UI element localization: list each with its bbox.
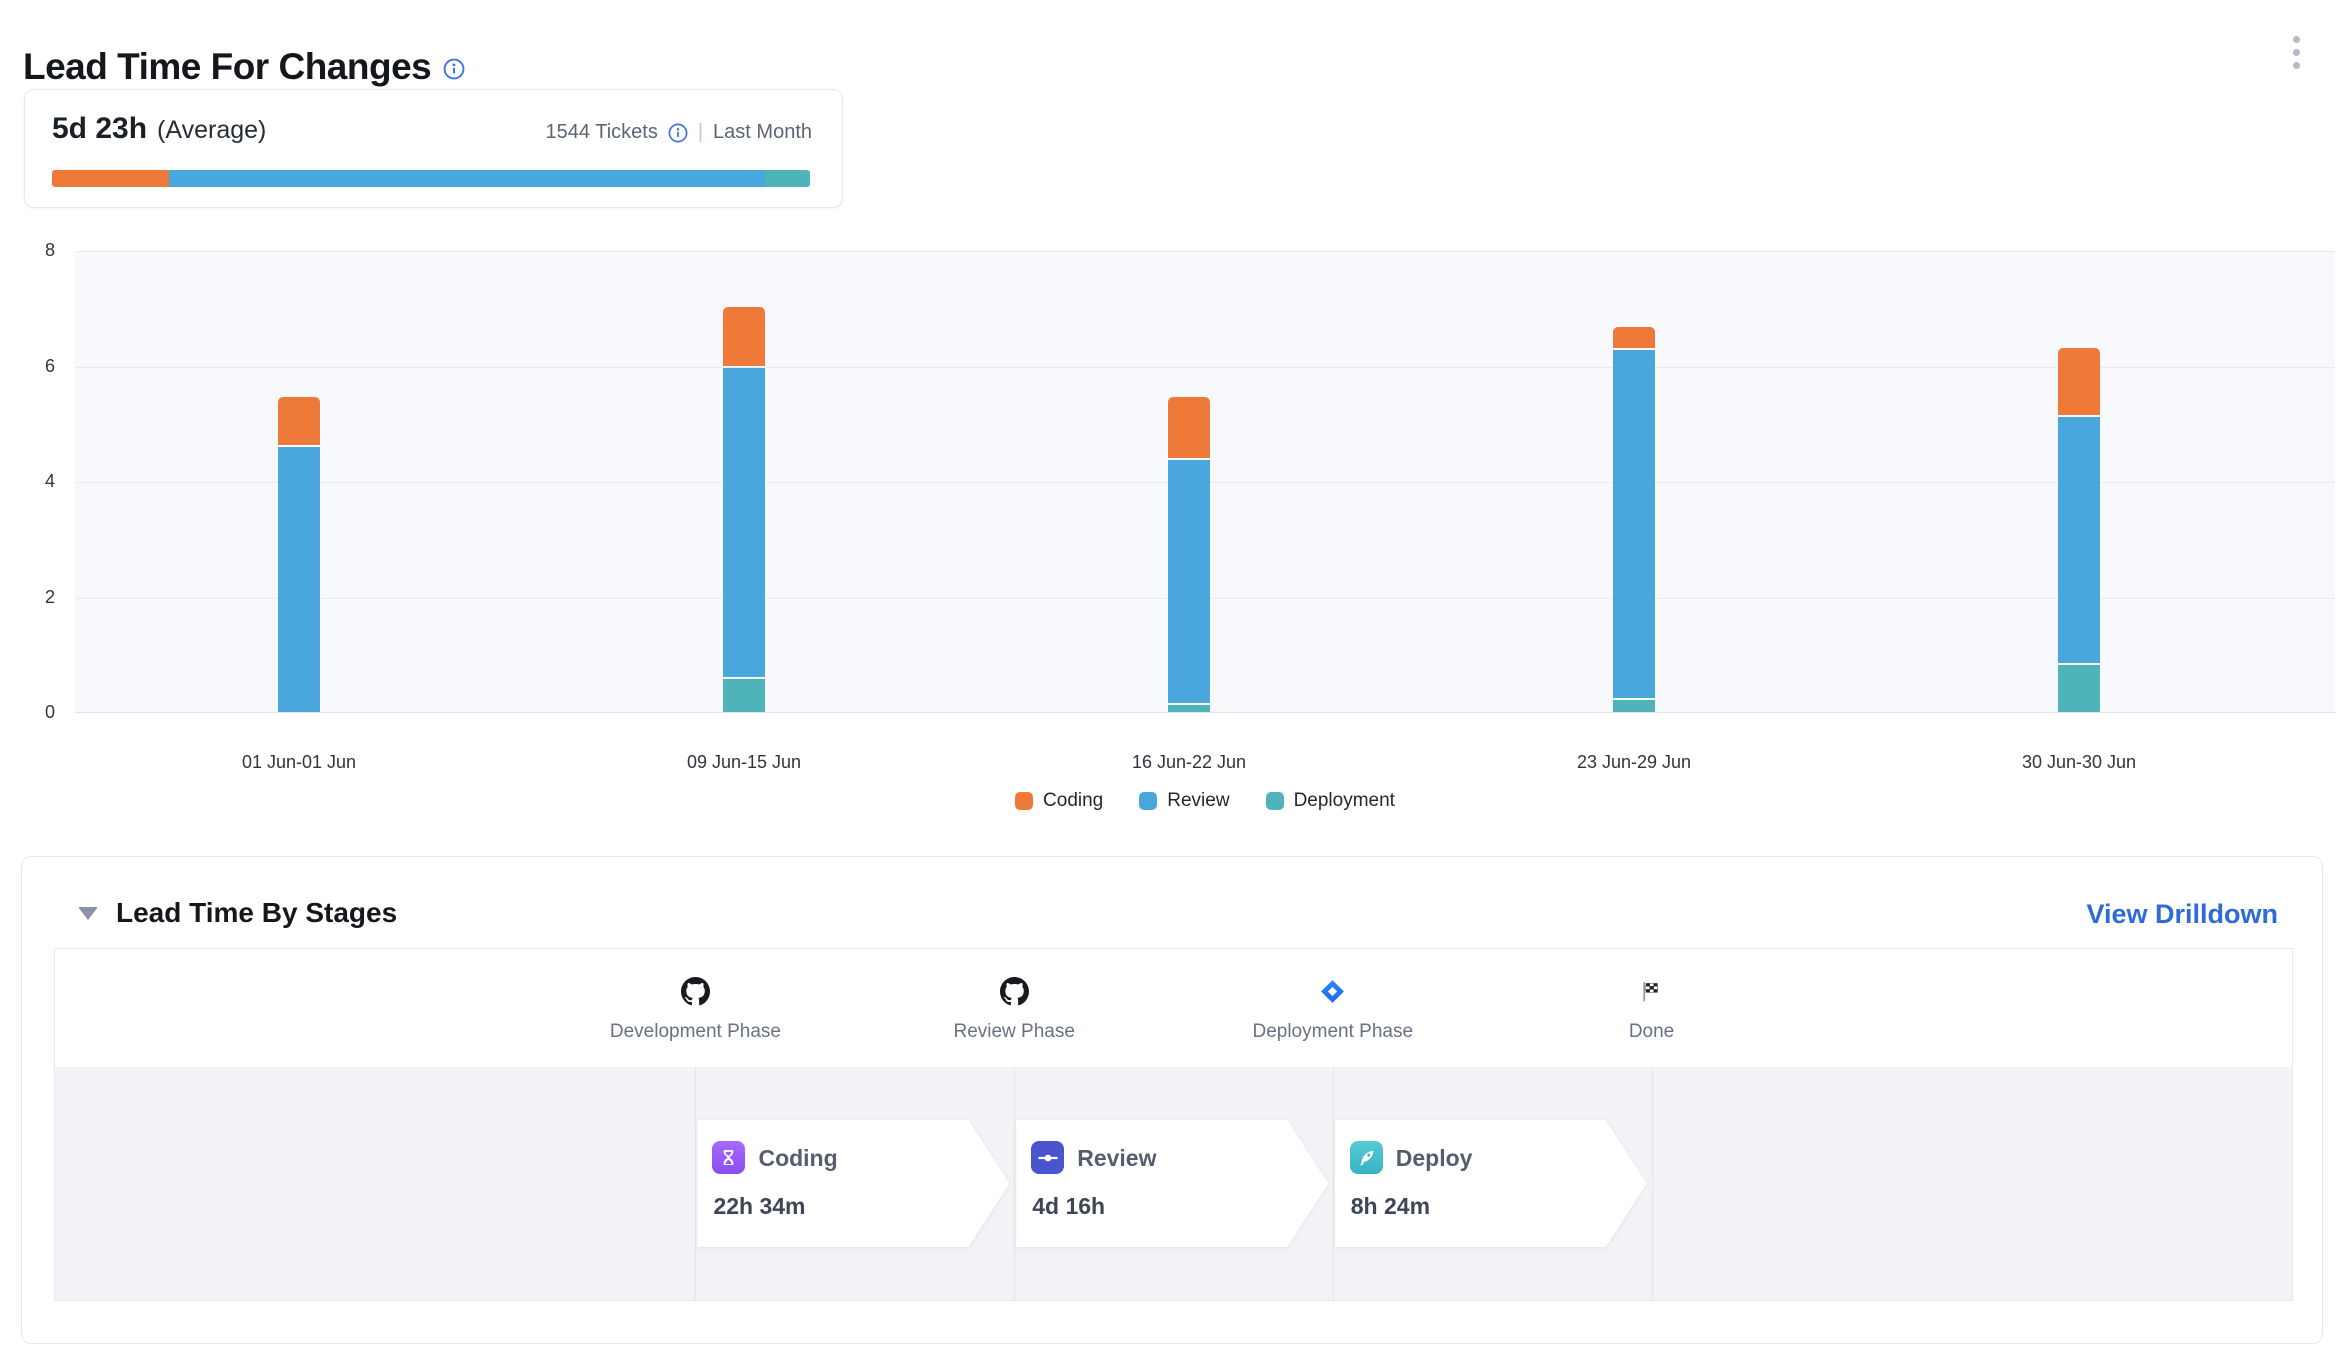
stages-table-body: Coding 22h 34m Review 4d 16h Deploy 8h 24m: [55, 1067, 2292, 1300]
bar-segment-coding[interactable]: [1168, 397, 1210, 458]
bar-09-jun-15-jun[interactable]: [723, 250, 765, 712]
bar-segment-coding[interactable]: [278, 397, 320, 444]
stage-card-review[interactable]: Review 4d 16h: [1016, 1120, 1328, 1247]
panel-title: Lead Time By Stages: [116, 897, 397, 929]
stage-name: Coding: [758, 1145, 837, 1172]
bar-segment-coding[interactable]: [2058, 348, 2100, 414]
stage-name: Deploy: [1396, 1145, 1473, 1172]
x-axis-label: 30 Jun-30 Jun: [2022, 752, 2136, 773]
y-axis-tick-4: 4: [0, 471, 55, 492]
rocket-icon: [1350, 1141, 1383, 1174]
bar-segment-review[interactable]: [2058, 417, 2100, 663]
legend-label: Review: [1167, 790, 1229, 812]
y-axis-tick-8: 8: [0, 240, 55, 261]
y-axis-tick-2: 2: [0, 587, 55, 608]
column-divider: [1652, 1067, 1653, 1300]
phase-label: Development Phase: [545, 1021, 845, 1043]
bar-segment-review[interactable]: [278, 447, 320, 712]
x-axis-label: 23 Jun-29 Jun: [1577, 752, 1691, 773]
phase-header-done: Done: [1502, 949, 1802, 1043]
bar-segment-review[interactable]: [1168, 460, 1210, 703]
panel-collapse-header[interactable]: Lead Time By Stages: [78, 897, 397, 929]
column-divider: [695, 1067, 696, 1300]
stage-duration: 4d 16h: [1032, 1193, 1105, 1220]
bar-segment-review[interactable]: [1613, 350, 1655, 697]
column-divider: [1333, 1067, 1334, 1300]
x-axis-label: 16 Jun-22 Jun: [1132, 752, 1246, 773]
bar-23-jun-29-jun[interactable]: [1613, 250, 1655, 712]
checkered-flag-icon: [1502, 974, 1802, 1008]
legend-label: Coding: [1043, 790, 1103, 812]
chart-plot-area: [75, 251, 2335, 713]
collapse-triangle-icon[interactable]: [78, 907, 98, 920]
lead-time-by-stages-panel: Lead Time By Stages View Drilldown Devel…: [21, 856, 2323, 1344]
legend-item-coding[interactable]: Coding: [1015, 790, 1103, 812]
hourglass-icon: [712, 1141, 745, 1174]
stage-card-arrow-shape: [697, 1120, 1009, 1247]
phase-label: Deployment Phase: [1183, 1021, 1483, 1043]
legend-item-deployment[interactable]: Deployment: [1266, 790, 1395, 812]
bar-segment-deployment[interactable]: [1168, 705, 1210, 712]
phase-label: Done: [1502, 1021, 1802, 1043]
phase-header-deployment-phase: Deployment Phase: [1183, 949, 1483, 1043]
bar-segment-review[interactable]: [723, 368, 765, 678]
bar-16-jun-22-jun[interactable]: [1168, 250, 1210, 712]
stages-table: Development Phase Review Phase Deployment …: [54, 948, 2293, 1301]
phase-label: Review Phase: [864, 1021, 1164, 1043]
stages-table-header: Development Phase Review Phase Deployment …: [55, 949, 2292, 1067]
y-axis-tick-0: 0: [0, 702, 55, 723]
jira-icon: [1183, 974, 1483, 1008]
legend-item-review[interactable]: Review: [1139, 790, 1229, 812]
bar-segment-deployment[interactable]: [723, 679, 765, 712]
phase-header-review-phase: Review Phase: [864, 949, 1164, 1043]
x-axis-label: 09 Jun-15 Jun: [687, 752, 801, 773]
bar-segment-deployment[interactable]: [1613, 700, 1655, 712]
legend-label: Deployment: [1294, 790, 1395, 812]
bar-01-jun-01-jun[interactable]: [278, 250, 320, 712]
x-axis-label: 01 Jun-01 Jun: [242, 752, 356, 773]
y-axis-tick-6: 6: [0, 356, 55, 377]
bar-segment-coding[interactable]: [723, 307, 765, 366]
chart-legend: Coding Review Deployment: [75, 790, 2335, 812]
stage-card-coding[interactable]: Coding 22h 34m: [697, 1120, 1009, 1247]
stage-card-arrow-shape: [1016, 1120, 1328, 1247]
bar-30-jun-30-jun[interactable]: [2058, 250, 2100, 712]
commit-icon: [1031, 1141, 1064, 1174]
stage-duration: 8h 24m: [1351, 1193, 1430, 1220]
github-icon: [864, 974, 1164, 1008]
stage-name: Review: [1077, 1145, 1156, 1172]
bar-segment-coding[interactable]: [1613, 327, 1655, 348]
legend-swatch: [1266, 792, 1284, 810]
stage-card-deploy[interactable]: Deploy 8h 24m: [1335, 1120, 1647, 1247]
view-drilldown-link[interactable]: View Drilldown: [2086, 899, 2278, 930]
phase-header-development-phase: Development Phase: [545, 949, 845, 1043]
bar-segment-deployment[interactable]: [2058, 665, 2100, 712]
legend-swatch: [1139, 792, 1157, 810]
legend-swatch: [1015, 792, 1033, 810]
column-divider: [1014, 1067, 1015, 1300]
stage-card-arrow-shape: [1335, 1120, 1647, 1247]
github-icon: [545, 974, 845, 1008]
stage-duration: 22h 34m: [713, 1193, 805, 1220]
lead-time-chart: 0 2 4 6 8 01 Jun-01 Jun 09 Jun-15 Jun 16 Jun-2…: [0, 0, 2344, 840]
